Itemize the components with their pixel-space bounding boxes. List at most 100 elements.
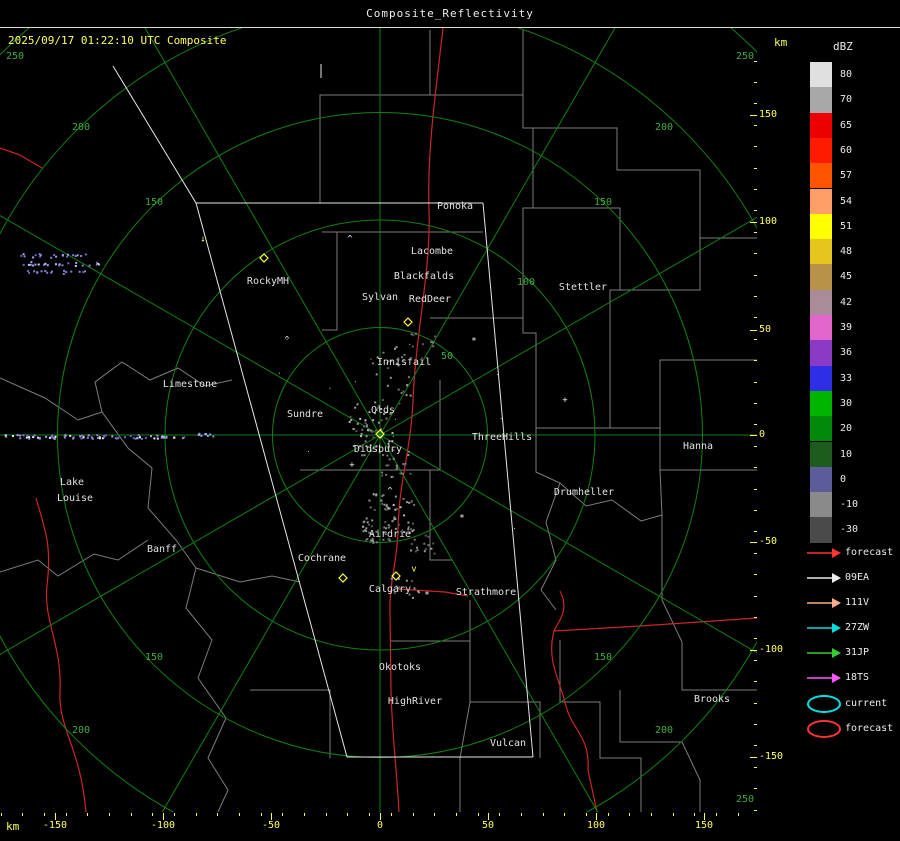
y-axis-tick [750, 115, 757, 116]
cell-marker-icon: v [411, 564, 417, 575]
dbz-scale-swatch [810, 112, 832, 138]
x-axis-minor-tick [738, 813, 739, 816]
x-axis-minor-tick [564, 813, 565, 816]
x-axis-tick [380, 813, 381, 820]
y-axis-minor-tick [754, 724, 757, 725]
x-axis-minor-tick [521, 813, 522, 816]
x-axis-minor-tick [22, 813, 23, 816]
x-axis-label: 100 [586, 820, 606, 831]
city-label: Brooks [693, 694, 731, 705]
dbz-scale-swatch [810, 163, 832, 189]
city-label: Hanna [682, 441, 714, 452]
cell-marker-icon: ^ [347, 234, 353, 245]
city-label: Didsbury [353, 444, 403, 455]
ring-distance-label: 250 [6, 51, 25, 62]
legend-ellipse-icon [806, 719, 842, 743]
city-label: Strathmore [455, 587, 517, 598]
city-label: RockyMH [246, 276, 290, 287]
x-axis-tick [55, 813, 56, 820]
azimuth-line [0, 215, 381, 436]
y-axis-minor-tick [754, 810, 757, 811]
range-ring [0, 28, 757, 56]
x-axis-minor-tick [673, 813, 674, 816]
radar-app-window: Composite_Reflectivity 2025/09/17 01:22:… [0, 0, 900, 841]
x-axis-tick [596, 813, 597, 820]
y-axis-minor-tick [754, 296, 757, 297]
cell-marker-icon: ^ [387, 486, 393, 497]
azimuth-line [379, 434, 757, 654]
y-axis-minor-tick [754, 703, 757, 704]
y-axis-minor-tick [754, 146, 757, 147]
city-label: ThreeHills [471, 432, 533, 443]
x-axis-minor-tick [304, 813, 305, 816]
dbz-scale-swatch [810, 365, 832, 391]
dbz-scale-swatch [810, 416, 832, 442]
city-label: Limestone [162, 379, 218, 390]
dbz-scale-value: -30 [840, 524, 859, 536]
dbz-scale-value: 36 [840, 347, 853, 359]
azimuth-line [0, 434, 381, 655]
city-label: Innisfail [376, 357, 432, 368]
y-axis-label: -150 [759, 751, 784, 762]
y-axis-minor-tick [754, 574, 757, 575]
y-axis-minor-tick [754, 660, 757, 661]
y-axis-minor-tick [754, 317, 757, 318]
dbz-scale-swatch [810, 289, 832, 315]
x-axis-minor-tick [478, 813, 479, 816]
y-axis-minor-tick [754, 125, 757, 126]
legend-symbol-label: 18TS [845, 672, 870, 683]
y-axis-minor-tick [754, 767, 757, 768]
ring-distance-label: 100 [517, 277, 536, 288]
azimuth-line [161, 434, 381, 812]
cell-marker-icon: + [349, 460, 355, 471]
ring-distance-label: 150 [594, 197, 613, 208]
y-axis-minor-tick [754, 82, 757, 83]
ring-distance-label: 250 [736, 51, 755, 62]
y-axis-label: 150 [759, 109, 778, 120]
city-label: Lacombe [410, 246, 454, 257]
y-axis-minor-tick [754, 531, 757, 532]
x-axis-minor-tick [391, 813, 392, 816]
x-axis-minor-tick [326, 813, 327, 816]
x-axis-minor-tick [131, 813, 132, 816]
city-label: Vulcan [489, 738, 527, 749]
y-axis-minor-tick [754, 467, 757, 468]
x-axis-minor-tick [456, 813, 457, 816]
x-axis-minor-tick [586, 813, 587, 816]
x-axis-minor-tick [152, 813, 153, 816]
x-axis-minor-tick [651, 813, 652, 816]
dbz-scale-swatch [810, 340, 832, 366]
dbz-scale-swatch [810, 137, 832, 164]
dbz-scale-value: 70 [840, 94, 853, 106]
y-axis-minor-tick [754, 553, 757, 554]
dbz-scale-swatch [810, 188, 832, 214]
city-label: RedDeer [408, 294, 452, 305]
dbz-scale-title: dBZ [833, 40, 853, 53]
x-axis-minor-tick [608, 813, 609, 816]
dbz-scale-value: 10 [840, 448, 853, 460]
y-axis-minor-tick [754, 403, 757, 404]
city-label: Banff [146, 544, 178, 555]
y-axis-minor-tick [754, 446, 757, 447]
reflectivity-echoes [4, 253, 515, 599]
site-diamond-icon [403, 317, 413, 327]
dbz-scale-value: 45 [840, 271, 853, 283]
legend-arrow-icon [806, 643, 842, 667]
radar-map[interactable] [0, 28, 757, 812]
dbz-scale-swatch [810, 466, 832, 493]
dbz-scale-swatch [810, 441, 832, 467]
y-axis-minor-tick [754, 489, 757, 490]
y-axis-label: -100 [759, 644, 784, 655]
ring-distance-label: 200 [655, 122, 674, 133]
dbz-scale-value: 57 [840, 170, 853, 182]
x-axis-minor-tick [1, 813, 2, 816]
x-axis-minor-tick [543, 813, 544, 816]
highway-roads [0, 28, 757, 812]
city-label: Blackfalds [393, 271, 455, 282]
y-axis-minor-tick [754, 168, 757, 169]
x-axis-label: 150 [694, 820, 714, 831]
dbz-scale-value: 42 [840, 296, 853, 308]
ring-distance-label: 150 [594, 652, 613, 663]
city-label: Calgary [368, 584, 412, 595]
legend-arrow-icon [806, 593, 842, 617]
